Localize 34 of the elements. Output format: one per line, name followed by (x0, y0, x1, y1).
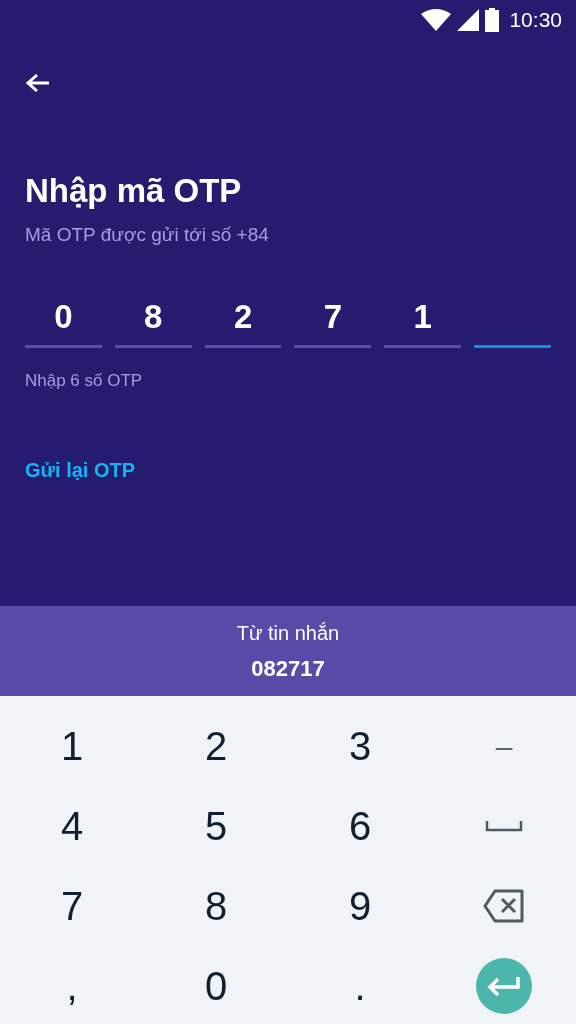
otp-digit-field[interactable]: 1 (384, 289, 462, 348)
suggestion-code: 082717 (251, 654, 325, 683)
sms-suggestion-bar[interactable]: Từ tin nhắn 082717 (0, 606, 576, 696)
back-arrow-icon (25, 72, 51, 94)
keyboard-key[interactable]: 2 (156, 711, 276, 781)
keyboard-key[interactable]: – (444, 711, 564, 781)
enter-key[interactable] (476, 958, 532, 1014)
status-time: 10:30 (509, 7, 562, 34)
wifi-icon (421, 9, 452, 31)
keyboard-key[interactable]: 8 (156, 871, 276, 941)
keyboard-key[interactable]: 9 (300, 871, 420, 941)
signal-icon (457, 9, 480, 31)
keyboard-key[interactable]: 1 (12, 711, 132, 781)
keyboard-key[interactable]: , (12, 951, 132, 1021)
subtitle: Mã OTP được gửi tới số +84 (25, 223, 270, 247)
resend-otp-link[interactable]: Gửi lại OTP (25, 455, 136, 485)
otp-hint: Nhập 6 số OTP (25, 369, 144, 392)
keyboard-key[interactable]: . (300, 951, 420, 1021)
page-title: Nhập mã OTP (25, 171, 243, 211)
otp-digit-field[interactable]: 0 (25, 289, 102, 348)
space-icon (485, 820, 523, 832)
otp-digit-field[interactable]: 8 (114, 289, 192, 348)
otp-digit-field[interactable]: 7 (294, 289, 372, 348)
backspace-icon (483, 889, 525, 923)
keyboard-key[interactable]: 5 (156, 791, 276, 861)
battery-icon (485, 8, 500, 32)
suggestion-label: Từ tin nhắn (236, 620, 340, 646)
keyboard-key[interactable]: 7 (12, 871, 132, 941)
otp-digit-field[interactable]: 2 (204, 289, 282, 348)
keyboard-key[interactable]: 3 (300, 711, 420, 781)
enter-icon (487, 975, 521, 997)
keyboard-key[interactable]: 6 (300, 791, 420, 861)
keyboard-key[interactable]: 4 (12, 791, 132, 861)
keyboard-key[interactable]: 0 (156, 951, 276, 1021)
